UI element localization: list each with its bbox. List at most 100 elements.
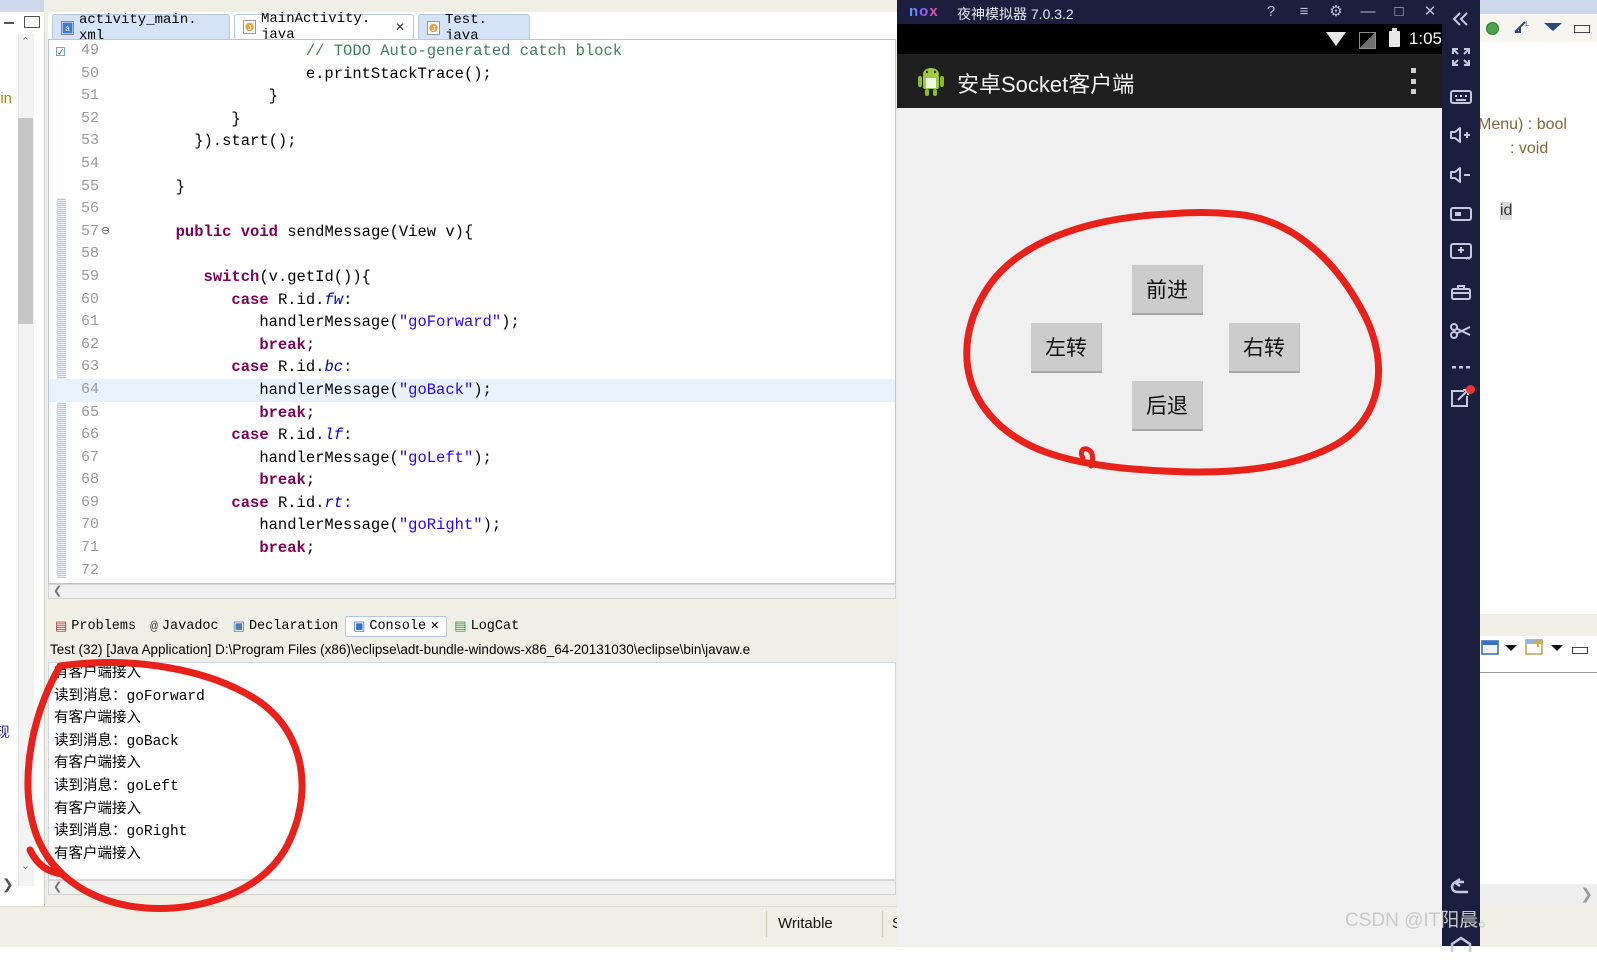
hide-fields-icon[interactable]: L (1512, 19, 1530, 37)
code-line[interactable]: 63 case R.id.bc: (49, 356, 895, 379)
help-icon[interactable]: ? (1262, 3, 1280, 21)
android-status-bar: 1:05 (897, 24, 1442, 54)
left-panel-expand-icon[interactable]: ❯ (2, 876, 14, 893)
code-line[interactable]: 56 (49, 198, 895, 221)
left-panel-scrollbar-thumb[interactable] (18, 118, 33, 324)
code-line[interactable]: 51 } (49, 85, 895, 108)
collapse-icon[interactable] (1442, 4, 1480, 34)
code-line[interactable]: 69 case R.id.rt: (49, 492, 895, 515)
code-line[interactable]: 62 break; (49, 334, 895, 357)
more-icon[interactable] (1442, 352, 1480, 382)
console-tab-console[interactable]: ▣ Console ✕ (345, 615, 448, 637)
code-editor[interactable]: ☑ 49 // TODO Auto-generated catch block 50… (48, 39, 896, 584)
code-line[interactable]: 72 (49, 560, 895, 583)
maximize-icon[interactable] (24, 16, 40, 28)
outline-view-toolbar[interactable] (1478, 636, 1597, 666)
divider (1478, 672, 1597, 673)
editor-tab-test-java[interactable]: J Test. java (418, 12, 530, 44)
back-nav-icon[interactable] (1442, 872, 1480, 902)
home-nav-icon[interactable] (1442, 930, 1480, 960)
code-line[interactable]: 64 handlerMessage("goBack"); (49, 378, 895, 402)
fold-toggle-icon[interactable]: ⊖ (101, 221, 110, 244)
code-line[interactable]: 67 handlerMessage("goLeft"); (49, 447, 895, 470)
code-line[interactable]: 50 e.printStackTrace(); (49, 63, 895, 86)
code-line[interactable]: 60 case R.id.fw: (49, 289, 895, 312)
code-lines[interactable]: ☑ 49 // TODO Auto-generated catch block 50… (49, 40, 895, 583)
close-icon[interactable]: ✕ (395, 20, 405, 35)
code-text: break; (259, 335, 316, 354)
code-line[interactable]: 61 handlerMessage("goForward"); (49, 311, 895, 334)
console-output[interactable]: 有客户端接入 读到消息：goForward 有客户端接入 读到消息：goBack 有客户… (48, 662, 896, 880)
fullscreen-icon[interactable] (1442, 42, 1480, 72)
code-line[interactable]: ⊖ 57 public void sendMessage(View v){ (49, 221, 895, 244)
scroll-up-icon[interactable]: ⌃ (18, 34, 33, 50)
code-line[interactable]: 58 (49, 243, 895, 266)
scissors-icon[interactable] (1442, 316, 1480, 346)
left-panel-titlebar (0, 0, 44, 12)
code-line[interactable]: 70 handlerMessage("goRight"); (49, 514, 895, 537)
turn-right-button[interactable]: 右转 (1229, 323, 1300, 373)
settings-gear-icon[interactable]: ⚙ (1327, 3, 1345, 21)
console-tab-problems[interactable]: ▤ Problems (48, 617, 143, 636)
share-icon[interactable] (1442, 384, 1480, 414)
code-line[interactable]: 66 case R.id.lf: (49, 424, 895, 447)
code-text: handlerMessage("goRight"); (157, 516, 502, 535)
new-console-icon[interactable] (1524, 637, 1546, 659)
screenshot-icon[interactable] (1442, 199, 1480, 229)
code-line[interactable]: 53 }).start(); (49, 130, 895, 153)
toolbox-icon[interactable] (1442, 277, 1480, 307)
chevron-down-icon[interactable] (1505, 645, 1517, 651)
line-number: 56 (80, 200, 99, 218)
code-line[interactable]: ☑ 49 // TODO Auto-generated catch block (49, 40, 895, 63)
outline-bottom-scrollbar[interactable]: ❯ (1478, 884, 1597, 906)
console-tab-logcat[interactable]: ▤ LogCat (447, 617, 526, 636)
back-button[interactable]: 后退 (1132, 381, 1203, 431)
console-tab-javadoc[interactable]: @ Javadoc (143, 617, 226, 636)
editor-tab-activity-main-xml[interactable]: a activity_main. xml (52, 12, 230, 44)
code-text: break; (259, 471, 316, 490)
install-apk-icon[interactable]: APK (1442, 237, 1480, 267)
filter-icon[interactable] (1544, 23, 1562, 31)
minimize-icon[interactable] (1572, 647, 1588, 654)
code-line[interactable]: 65 break; (49, 402, 895, 425)
outline-row-1[interactable]: : void (1510, 140, 1548, 158)
minimize-icon[interactable] (1574, 25, 1590, 33)
editor-horizontal-scrollbar[interactable]: ❮ (48, 584, 896, 599)
menu-icon[interactable]: ≡ (1295, 3, 1313, 21)
forward-button[interactable]: 前进 (1132, 265, 1203, 315)
close-icon[interactable]: ✕ (1421, 3, 1439, 21)
code-line[interactable]: 52 } (49, 108, 895, 131)
volume-up-icon[interactable] (1442, 120, 1480, 150)
editor-tab-mainactivity-java[interactable]: J MainActivity. java ✕ (234, 11, 414, 43)
keyboard-icon[interactable] (1442, 82, 1480, 112)
left-panel-controls[interactable] (0, 14, 44, 30)
code-line[interactable]: 59 switch(v.getId()){ (49, 266, 895, 289)
scroll-down-icon[interactable]: ⌄ (18, 858, 33, 874)
overflow-menu-icon[interactable] (1411, 68, 1416, 94)
outline-row-0[interactable]: Menu) : bool (1478, 116, 1567, 134)
line-number: 71 (80, 539, 99, 557)
close-icon[interactable]: ✕ (430, 619, 439, 633)
code-text: case R.id.fw: (231, 290, 353, 309)
outline-row-2[interactable]: id (1500, 202, 1513, 220)
maximize-icon[interactable]: □ (1390, 3, 1408, 21)
code-line[interactable]: 55 } (49, 176, 895, 199)
status-bar-clock: 1:05 (1408, 29, 1442, 48)
outline-toolbar[interactable]: L (1478, 14, 1597, 42)
minimize-icon[interactable]: — (1359, 3, 1377, 21)
app-screen: 前进 左转 右转 后退 (897, 108, 1442, 946)
chevron-down-icon[interactable] (1551, 645, 1563, 651)
scroll-left-icon[interactable]: ❮ (53, 880, 62, 893)
volume-down-icon[interactable] (1442, 160, 1480, 190)
watermark: CSDN @IT阳晨。 (1345, 910, 1498, 931)
console-horizontal-scrollbar[interactable]: ❮ (48, 880, 896, 895)
code-line[interactable]: 71 break; (49, 537, 895, 560)
console-tab-declaration[interactable]: ▣ Declaration (226, 617, 345, 636)
minimize-icon[interactable] (4, 22, 14, 24)
scroll-left-icon[interactable]: ❮ (53, 584, 62, 597)
scroll-right-icon[interactable]: ❯ (1580, 885, 1593, 903)
turn-left-button[interactable]: 左转 (1031, 323, 1102, 373)
code-line[interactable]: 54 (49, 153, 895, 176)
console-view-icon[interactable] (1480, 638, 1500, 658)
code-line[interactable]: 68 break; (49, 469, 895, 492)
